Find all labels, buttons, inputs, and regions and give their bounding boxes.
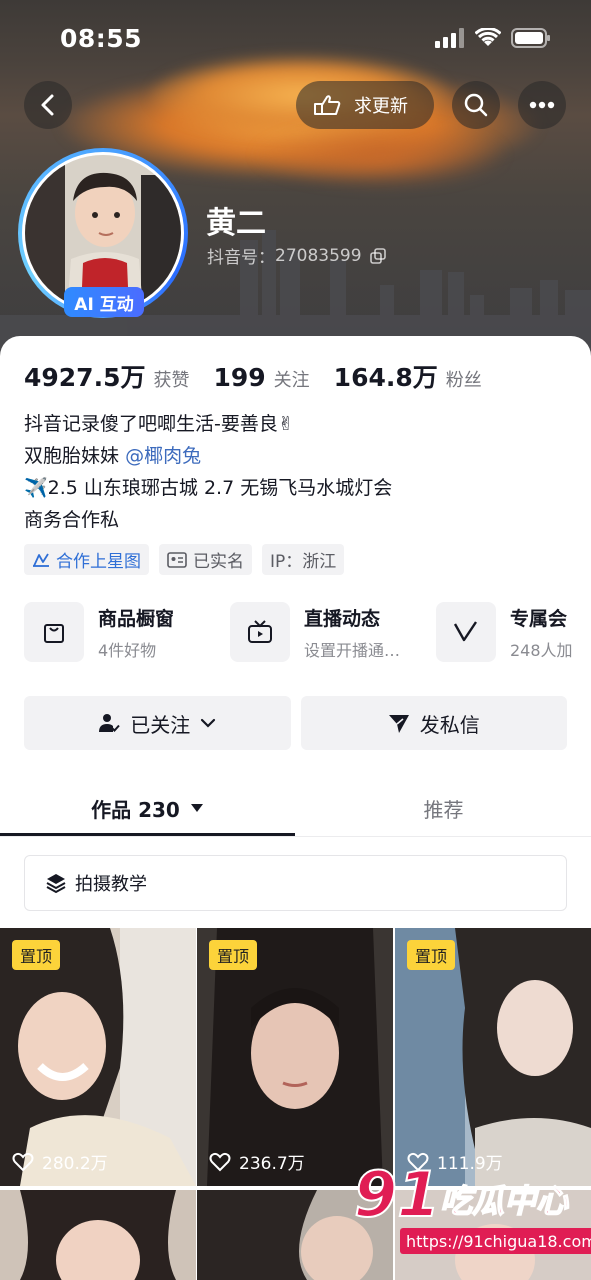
content-tabs: 作品 230 推荐 [0, 780, 591, 836]
bio: 抖音记录傻了吧唧生活-要善良✌ 双胞胎妹妹 @椰肉兔 ✈️2.5 山东琅琊古城 … [24, 408, 392, 536]
pinned-badge: 置顶 [407, 940, 456, 970]
id-card-icon [167, 551, 187, 568]
copy-icon[interactable] [369, 247, 386, 264]
battery-icon [511, 28, 550, 48]
service-subtitle: 4件好物 [98, 640, 157, 660]
video-thumbnail[interactable]: 置顶 280.2万 [0, 928, 196, 1186]
send-message-button[interactable]: 发私信 [300, 696, 567, 750]
bio-line: 商务合作私 [24, 509, 120, 531]
cooperation-tag[interactable]: 合作上星图 [24, 544, 149, 575]
tv-icon [248, 620, 272, 643]
stat-label: 粉丝 [445, 370, 482, 391]
more-button[interactable] [518, 81, 566, 129]
tab-works[interactable]: 作品 230 [0, 780, 295, 836]
verified-tag: 已实名 [159, 544, 252, 575]
more-dots-icon [529, 101, 555, 109]
shopping-bag-icon [44, 624, 64, 643]
service-exclusive[interactable]: 专属会 248人加 [436, 602, 591, 662]
cooperation-label: 合作上星图 [56, 552, 141, 572]
stat-following[interactable]: 199 关注 [213, 363, 309, 392]
shooting-tutorial-button[interactable]: 拍摄教学 [24, 855, 567, 911]
heart-icon [12, 1152, 34, 1171]
tab-divider [0, 836, 591, 837]
tab-recommend[interactable]: 推荐 [296, 780, 591, 836]
stat-label: 获赞 [153, 370, 190, 391]
request-update-label: 求更新 [354, 96, 408, 117]
ip-tag: IP：浙江 [262, 544, 345, 575]
video-thumbnail[interactable]: 置顶 111.9万 [395, 928, 591, 1186]
bio-line: 双胞胎妹妹 @椰肉兔 [24, 440, 392, 472]
hand-point-icon [314, 95, 341, 115]
watermark-url: https://91chigua18.com [400, 1228, 591, 1254]
caret-down-icon [190, 804, 203, 812]
video-cover [0, 1190, 196, 1280]
layers-icon [46, 874, 66, 894]
likes-count: 236.7万 [239, 1154, 305, 1174]
user-check-icon [99, 714, 120, 732]
wifi-icon [475, 28, 501, 46]
v-badge-icon [453, 621, 477, 642]
video-likes: 236.7万 [209, 1149, 305, 1174]
svg-text:91: 91 [354, 1158, 440, 1228]
action-buttons: 已关注 发私信 [24, 696, 567, 750]
send-icon [388, 715, 409, 733]
stat-label: 关注 [273, 370, 310, 391]
heart-icon [209, 1152, 231, 1171]
status-bar: 08:55 [0, 18, 591, 62]
bio-text: 双胞胎妹妹 [24, 445, 120, 467]
send-message-label: 发私信 [419, 712, 480, 737]
service-shop-window[interactable]: 商品橱窗 4件好物 [24, 602, 230, 662]
tutorial-label: 拍摄教学 [75, 874, 147, 895]
stat-value: 164.8万 [333, 363, 438, 392]
stats-row: 4927.5万 获赞 199 关注 164.8万 粉丝 [24, 358, 506, 394]
tab-recommend-label: 推荐 [423, 797, 464, 822]
back-button[interactable] [24, 81, 72, 129]
signal-icon [435, 28, 464, 48]
followed-button[interactable]: 已关注 [24, 696, 291, 750]
mention-link[interactable]: @椰肉兔 [125, 445, 201, 467]
verified-label: 已实名 [193, 552, 244, 572]
douyin-id-label: 抖音号： [207, 248, 275, 268]
video-likes: 280.2万 [12, 1149, 108, 1174]
profile-page: 08:55 求更新 AI 互动 黄二 抖音号： 27083599 4927.5万… [0, 0, 591, 1280]
service-live[interactable]: 直播动态 设置开播通… [230, 602, 436, 662]
status-time: 08:55 [60, 24, 143, 53]
stat-followers[interactable]: 164.8万 粉丝 [334, 358, 482, 394]
stat-value: 199 [213, 363, 266, 392]
video-thumbnail[interactable] [0, 1190, 196, 1280]
chevron-left-icon [41, 94, 54, 116]
star-map-icon [33, 553, 49, 567]
profile-tags: 合作上星图 已实名 IP：浙江 [24, 544, 345, 575]
followed-label: 已关注 [130, 712, 191, 737]
ip-label: IP：浙江 [270, 552, 337, 572]
service-subtitle: 248人加 [510, 640, 573, 660]
video-thumbnail[interactable]: 置顶 236.7万 [197, 928, 393, 1186]
svg-text:吃瓜中心: 吃瓜中心 [440, 1182, 569, 1220]
service-subtitle: 设置开播通… [304, 640, 401, 660]
bio-line: 抖音记录傻了吧唧生活-要善良✌ [24, 413, 294, 435]
stat-likes[interactable]: 4927.5万 获赞 [24, 358, 189, 394]
services-row: 商品橱窗 4件好物 直播动态 设置开播通… 专属会 248人加 [24, 602, 591, 662]
pinned-badge: 置顶 [12, 940, 61, 970]
service-title: 商品橱窗 [98, 607, 175, 630]
stat-value: 4927.5万 [24, 363, 146, 392]
chevron-down-icon [201, 718, 216, 728]
pinned-badge: 置顶 [209, 940, 258, 970]
service-title: 专属会 [510, 607, 568, 630]
tab-works-label: 作品 230 [91, 797, 180, 822]
search-button[interactable] [452, 81, 500, 129]
bio-line: ✈️2.5 山东琅琊古城 2.7 无锡飞马水城灯会 [24, 477, 393, 499]
douyin-id[interactable]: 抖音号： 27083599 [207, 243, 386, 268]
ai-interact-badge[interactable]: AI 互动 [64, 287, 144, 317]
profile-name: 黄二 [206, 206, 266, 241]
search-icon [464, 93, 488, 117]
likes-count: 280.2万 [42, 1154, 108, 1174]
service-title: 直播动态 [304, 607, 381, 630]
watermark-logo-graphic: 91 吃瓜中心 [353, 1157, 570, 1232]
douyin-id-value: 27083599 [275, 245, 362, 266]
request-update-button[interactable]: 求更新 [296, 81, 434, 129]
